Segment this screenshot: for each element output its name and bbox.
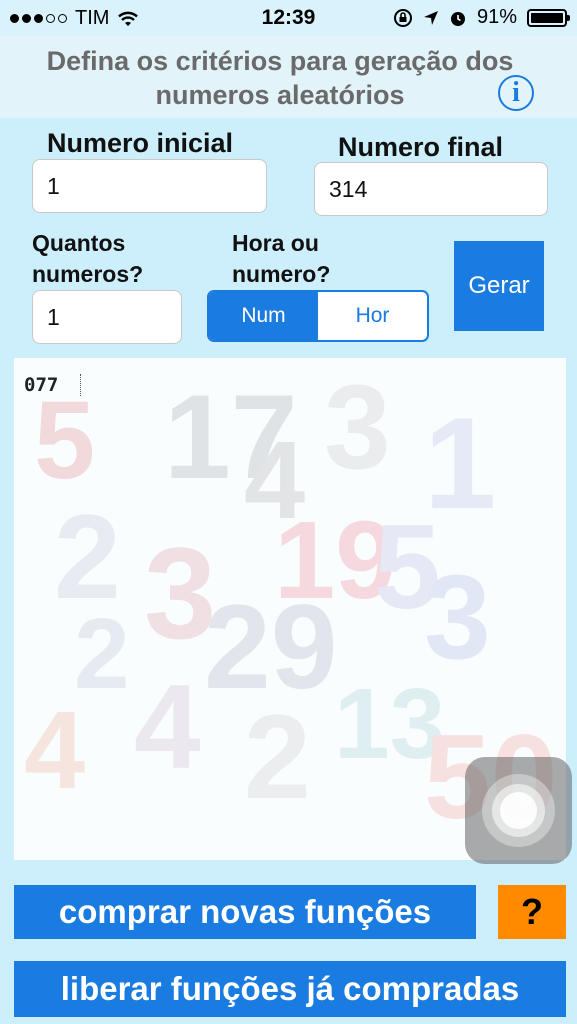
- svg-text:4: 4: [24, 689, 85, 812]
- start-number-label: Numero inicial: [47, 128, 234, 158]
- count-input[interactable]: 1: [32, 290, 182, 344]
- mode-segmented-control[interactable]: Num Hor: [207, 290, 429, 342]
- lock-rotation-icon: [393, 8, 412, 27]
- buy-functions-button[interactable]: comprar novas funções: [14, 885, 476, 939]
- end-number-label: Numero final: [338, 132, 504, 162]
- svg-text:3: 3: [324, 360, 391, 494]
- mode-label: Hora ou numero?: [232, 230, 331, 287]
- status-bar: TIM 12:39 91%: [0, 0, 577, 36]
- location-arrow-icon: [423, 10, 438, 25]
- svg-text:4: 4: [134, 660, 201, 794]
- generate-button[interactable]: Gerar: [454, 241, 544, 331]
- restore-purchases-button[interactable]: liberar funções já compradas: [14, 961, 566, 1017]
- end-number-input[interactable]: 314: [314, 162, 548, 216]
- text-cursor: [80, 374, 81, 396]
- mode-option-hor[interactable]: Hor: [318, 292, 427, 340]
- help-button[interactable]: ?: [498, 885, 566, 939]
- battery-percent: 91%: [476, 6, 517, 28]
- svg-text:5: 5: [34, 379, 95, 502]
- header: Defina os critérios para geração dos num…: [0, 36, 577, 118]
- svg-text:3: 3: [424, 550, 491, 684]
- battery-icon: [527, 8, 570, 27]
- count-label: Quantos numeros?: [32, 230, 144, 287]
- status-right: 91%: [393, 6, 570, 29]
- start-number-input[interactable]: 1: [32, 159, 267, 213]
- output-value: 077: [24, 374, 59, 396]
- svg-text:2: 2: [244, 690, 311, 824]
- info-icon[interactable]: i: [498, 75, 534, 111]
- mode-option-num[interactable]: Num: [209, 292, 318, 340]
- alarm-icon: [450, 11, 465, 26]
- assistive-touch-icon[interactable]: [465, 757, 572, 864]
- page-title: Defina os critérios para geração dos num…: [46, 46, 514, 110]
